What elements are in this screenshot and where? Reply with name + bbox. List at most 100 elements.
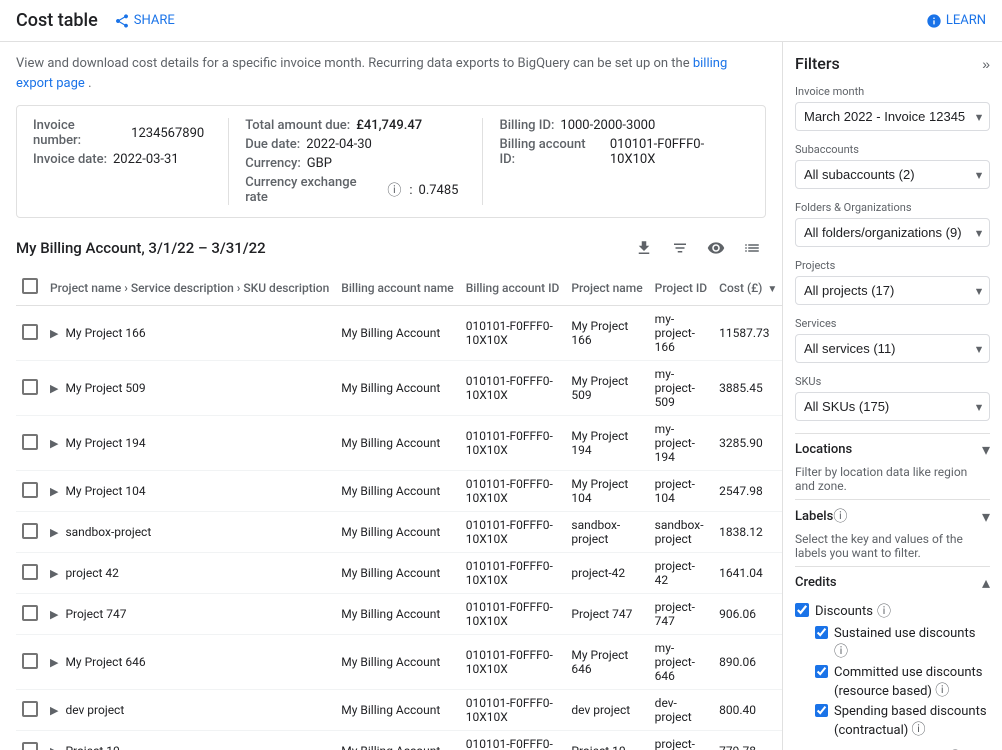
cell-project-7: ▶ My Project 646	[44, 635, 335, 690]
share-button[interactable]: SHARE	[114, 13, 175, 29]
exchange-help-icon[interactable]: ⓘ	[387, 180, 401, 200]
cell-cost-1: 3885.45	[713, 361, 782, 416]
table-row: ▶ My Project 509 My Billing Account 0101…	[16, 361, 782, 416]
cell-cost-3: 2547.98	[713, 471, 782, 512]
invoice-month-select[interactable]: March 2022 - Invoice 1234567890	[795, 102, 990, 131]
row-checkbox-1[interactable]	[22, 379, 38, 395]
cell-project-3: ▶ My Project 104	[44, 471, 335, 512]
row-checkbox-7[interactable]	[22, 653, 38, 669]
committed-help-icon[interactable]: ⓘ	[935, 683, 949, 699]
invoice-col-right: Billing ID: 1000-2000-3000 Billing accou…	[482, 118, 749, 205]
row-checkbox-4[interactable]	[22, 523, 38, 539]
services-select[interactable]: All services (11)	[795, 334, 990, 363]
cell-project-1: ▶ My Project 509	[44, 361, 335, 416]
app-header: Cost table SHARE LEARN	[0, 0, 1002, 42]
cell-billing-account-name-3: My Billing Account	[335, 471, 459, 512]
cell-billing-account-id-1: 010101-F0FFF0-10X10X	[460, 361, 566, 416]
row-checkbox-3[interactable]	[22, 482, 38, 498]
cell-billing-account-id-8: 010101-F0FFF0-10X10X	[460, 690, 566, 731]
cell-project-id-0: my-project-166	[649, 306, 713, 361]
table-actions	[630, 234, 766, 262]
col-cost[interactable]: Cost (£) ▼	[713, 270, 782, 306]
table-row: ▶ My Project 104 My Billing Account 0101…	[16, 471, 782, 512]
row-checkbox-6[interactable]	[22, 605, 38, 621]
expand-icon-4[interactable]: ▶	[50, 526, 58, 539]
cell-project-9: ▶ Project 10	[44, 731, 335, 750]
folders-select[interactable]: All folders/organizations (9)	[795, 218, 990, 247]
expand-icon-7[interactable]: ▶	[50, 656, 58, 669]
subaccounts-select[interactable]: All subaccounts (2)	[795, 160, 990, 189]
invoice-col-mid: Total amount due: £41,749.47 Due date: 2…	[228, 118, 458, 205]
expand-icon-5[interactable]: ▶	[50, 567, 58, 580]
promotions-filter-header[interactable]: Promotions and others ⓘ ▴	[795, 741, 990, 750]
cell-billing-account-id-5: 010101-F0FFF0-10X10X	[460, 553, 566, 594]
page-title: Cost table	[16, 10, 98, 31]
cell-project-id-3: project-104	[649, 471, 713, 512]
cell-project-name-3: My Project 104	[565, 471, 648, 512]
cell-billing-account-name-1: My Billing Account	[335, 361, 459, 416]
table-row: ▶ sandbox-project My Billing Account 010…	[16, 512, 782, 553]
locations-filter-header[interactable]: Locations ▾	[795, 433, 990, 465]
group-button[interactable]	[666, 234, 694, 262]
row-checkbox-9[interactable]	[22, 742, 38, 750]
collapse-filters-button[interactable]: »	[982, 56, 990, 72]
cell-project-name-2: My Project 194	[565, 416, 648, 471]
cell-billing-account-id-9: 010101-F0FFF0-10X10X	[460, 731, 566, 750]
cell-project-name-1: My Project 509	[565, 361, 648, 416]
download-button[interactable]	[630, 234, 658, 262]
locations-collapse-icon: ▾	[982, 440, 990, 459]
projects-select[interactable]: All projects (17)	[795, 276, 990, 305]
cell-project-name-7: My Project 646	[565, 635, 648, 690]
select-all-checkbox[interactable]	[22, 278, 38, 294]
row-checkbox-0[interactable]	[22, 324, 38, 340]
labels-filter-header[interactable]: Labels ⓘ ▾	[795, 499, 990, 532]
visibility-button[interactable]	[702, 234, 730, 262]
expand-icon-9[interactable]: ▶	[50, 745, 58, 750]
cell-cost-6: 906.06	[713, 594, 782, 635]
committed-use-checkbox[interactable]	[815, 665, 828, 678]
cell-project-name-6: Project 747	[565, 594, 648, 635]
spending-based-checkbox[interactable]	[815, 704, 828, 717]
data-table: Project name › Service description › SKU…	[16, 270, 782, 750]
discounts-help-icon[interactable]: ⓘ	[877, 601, 891, 621]
cell-cost-9: 779.78	[713, 731, 782, 750]
learn-icon	[926, 13, 942, 29]
skus-select[interactable]: All SKUs (175)	[795, 392, 990, 421]
discounts-checkbox[interactable]	[795, 603, 809, 617]
cell-project-2: ▶ My Project 194	[44, 416, 335, 471]
invoice-info: Invoice number: 1234567890 Invoice date:…	[16, 105, 766, 218]
sustained-use-checkbox[interactable]	[815, 626, 828, 639]
labels-help-icon[interactable]: ⓘ	[833, 506, 847, 526]
expand-icon-8[interactable]: ▶	[50, 704, 58, 717]
col-billing-account-name: Billing account name	[335, 270, 459, 306]
expand-icon-3[interactable]: ▶	[50, 485, 58, 498]
expand-icon-6[interactable]: ▶	[50, 608, 58, 621]
filter-folders: Folders & Organizations All folders/orga…	[795, 201, 990, 247]
cell-billing-account-name-2: My Billing Account	[335, 416, 459, 471]
table-row: ▶ Project 10 My Billing Account 010101-F…	[16, 731, 782, 750]
row-checkbox-5[interactable]	[22, 564, 38, 580]
cell-project-id-6: project-747	[649, 594, 713, 635]
cell-project-id-9: project-10	[649, 731, 713, 750]
spending-help-icon[interactable]: ⓘ	[912, 722, 926, 738]
row-checkbox-8[interactable]	[22, 701, 38, 717]
learn-button[interactable]: LEARN	[926, 13, 986, 29]
row-checkbox-2[interactable]	[22, 434, 38, 450]
table-row: ▶ My Project 646 My Billing Account 0101…	[16, 635, 782, 690]
cell-billing-account-name-9: My Billing Account	[335, 731, 459, 750]
credits-filter-header[interactable]: Credits ▴	[795, 566, 990, 598]
table-row: ▶ Project 747 My Billing Account 010101-…	[16, 594, 782, 635]
cell-project-name-5: project-42	[565, 553, 648, 594]
filter-subaccounts: Subaccounts All subaccounts (2) ▾	[795, 143, 990, 189]
col-billing-account-id: Billing account ID	[460, 270, 566, 306]
cell-billing-account-name-0: My Billing Account	[335, 306, 459, 361]
expand-icon-1[interactable]: ▶	[50, 382, 58, 395]
density-button[interactable]	[738, 234, 766, 262]
cell-project-id-5: project-42	[649, 553, 713, 594]
cell-cost-4: 1838.12	[713, 512, 782, 553]
expand-icon-0[interactable]: ▶	[50, 327, 58, 340]
sustained-help-icon[interactable]: ⓘ	[834, 644, 848, 660]
cell-billing-account-name-8: My Billing Account	[335, 690, 459, 731]
expand-icon-2[interactable]: ▶	[50, 437, 58, 450]
filters-panel: Filters » Invoice month March 2022 - Inv…	[782, 42, 1002, 750]
